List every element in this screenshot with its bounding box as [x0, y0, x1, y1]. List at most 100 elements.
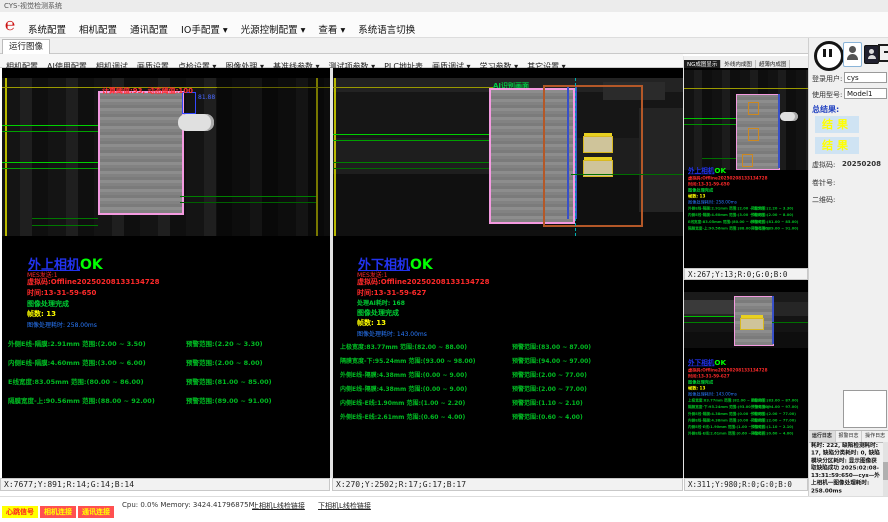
window-title: CYS-视觉检测系统: [4, 2, 62, 10]
measure-row: 外侧E线-隔膜:4.38mm 范围:(0.00 ~ 9.00)预警范围:(2.0…: [340, 370, 680, 384]
edge-guide: [778, 94, 780, 168]
process-elapsed: 图像处理耗时: 258.00ms: [27, 320, 97, 329]
menu-item-6[interactable]: 系统语言切换: [358, 25, 415, 36]
window-titlebar: CYS-视觉检测系统: [0, 0, 888, 12]
frame-count: 帧数: 13: [357, 318, 386, 328]
menu-item-3[interactable]: IO手配置 ▾: [181, 25, 228, 36]
left-measure-rows: 外侧E线-隔膜:2.91mm 范围:(2.00 ~ 3.50)预警范围:(2.2…: [8, 338, 326, 414]
notes-field[interactable]: [843, 390, 887, 428]
small-a-info: 外上相机OK 虚拟码:Offline20250208133134728 时间:1…: [688, 164, 808, 232]
material-region: [98, 91, 184, 215]
log-tab-1[interactable]: 报警日志: [836, 431, 863, 442]
left-camera-image: 81.88 计算阈值:93, 动态阈值:100: [2, 78, 330, 236]
measure-row: 内侧E线-隔膜:4.60mm 范围:(3.00 ~ 6.00)预警范围:(2.0…: [8, 357, 326, 376]
left-pixel-coordbar: X:7677;Y:891;R:14;G:14;B:14: [0, 478, 330, 491]
lower-camera-link[interactable]: 下相机L线检链接: [318, 501, 371, 511]
edge-line: [702, 158, 736, 159]
result-ok: OK: [714, 166, 726, 174]
admin-user-button[interactable]: [864, 45, 879, 64]
edge-line: [684, 124, 736, 125]
edge-line: [32, 218, 98, 219]
process-elapsed: 图像处理耗时: 143.00ms: [357, 329, 427, 338]
camera-name: 外上相机: [688, 167, 714, 175]
process-status: 图像处理完成: [357, 308, 399, 318]
reference-line: [334, 78, 336, 236]
measure-row: 内侧E线-隔膜:4.38mm 范围:(0.00 ~ 9.00)预警范围:(2.0…: [340, 384, 680, 398]
pause-icon: [829, 49, 832, 57]
user-icon: [847, 54, 858, 60]
measure-row: 内侧E线-隔膜:4.38mm 范围:(0.00 ~ 9.00)预警范围:(2.0…: [688, 417, 808, 424]
vcode-value: 20250208: [842, 160, 881, 168]
measure-row: 外侧E线-隔膜:2.91mm 范围:(2.00 ~ 3.50)预警范围:(2.2…: [8, 338, 326, 357]
total-result-label: 总结果:: [812, 104, 839, 115]
edge-line: [2, 162, 98, 163]
needle-label: 卷针号:: [812, 178, 835, 188]
result-ok: OK: [410, 257, 433, 273]
image-shadow: [217, 78, 330, 236]
upper-camera-link[interactable]: 上相机L线检链接: [252, 501, 305, 511]
log-text: 耗时: 222, 缺陷检测耗时: 17, 缺陷分类耗时: 0, 缺陷模块分区耗时…: [811, 442, 881, 495]
menu-bar: ℮ 系统配置相机配置通讯配置IO手配置 ▾光源控制配置 ▾查看 ▾系统语言切换: [0, 12, 888, 38]
small-panel-tab-0[interactable]: NG成图显示: [684, 60, 721, 68]
mini-measure-rows: 上极宽度:83.77mm 范围:(82.00 ~ 88.00)预警范围:(83.…: [688, 397, 808, 437]
edge-line: [2, 168, 98, 169]
operator-login-button[interactable]: [843, 42, 862, 67]
measure-row: E线宽度:83.05mm 范围:(80.00 ~ 86.00)预警范围:(81.…: [8, 376, 326, 395]
model-field[interactable]: Model1: [844, 88, 887, 99]
tab-run-image[interactable]: 运行图像: [2, 39, 50, 55]
status-badge-1: 相机连接: [40, 506, 76, 518]
log-scrollbar[interactable]: [883, 442, 888, 496]
edge-line: [333, 168, 489, 169]
menu-item-5[interactable]: 查看 ▾: [318, 25, 345, 36]
edge-line: [333, 162, 489, 163]
login-user-field[interactable]: cys: [844, 72, 887, 83]
menu-item-0[interactable]: 系统配置: [28, 25, 66, 36]
menu-item-2[interactable]: 通讯配置: [130, 25, 168, 36]
login-user-label: 登录用户:: [812, 74, 842, 84]
small-a-coordbar: X:267;Y:13;R:0;G:0;B:0: [684, 268, 808, 280]
reference-line: [333, 87, 493, 88]
pause-button[interactable]: [814, 41, 844, 71]
process-status: 图像处理完成: [27, 299, 69, 309]
edge-line: [2, 131, 98, 132]
measure-row: 内侧E线-E线:1.90mm 范围:(1.00 ~ 2.20)预警范围:(1.1…: [340, 398, 680, 412]
edge-line: [684, 316, 734, 317]
time-text: 时间:13-31-59-650: [27, 288, 96, 298]
small-panel-tab-1[interactable]: 外线内成图: [721, 60, 756, 68]
toolbar: 相机配置AI使用配置相机调试画质设置点检设置 ▾图像处理 ▾基准线参数 ▾测试项…: [0, 54, 683, 68]
mid-camera-image: AI识别画面: [333, 78, 683, 236]
log-tab-2[interactable]: 操作日志: [862, 431, 888, 442]
menu-item-1[interactable]: 相机配置: [79, 25, 117, 36]
status-badges: 心跳信号相机连接通讯连接: [2, 499, 116, 518]
edge-line: [180, 202, 316, 203]
measure-row: 上极宽度:83.77mm 范围:(82.00 ~ 88.00)预警范围:(83.…: [688, 397, 808, 404]
gripper-blob: [780, 112, 798, 121]
cpu-memory-text: Cpu: 0.0% Memory: 3424.41796875M: [122, 501, 255, 509]
vcode-label: 虚拟码:: [812, 160, 835, 170]
mini-measure-rows: 外侧E线-隔膜:2.91mm 范围:(2.00 ~ 3.50)预警范围:(2.2…: [688, 205, 808, 231]
measure-row: 外侧E线-E线:2.61mm 范围:(0.60 ~ 4.00)预警范围:(0.6…: [688, 430, 808, 437]
defect-box: [748, 102, 759, 115]
defect-box: [748, 128, 759, 141]
measure-row: 隔膜宽度-上:90.56mm 范围:(88.00 ~ 92.00)预警范围:(8…: [8, 395, 326, 414]
threshold-overlay-text: 计算阈值:93, 动态阈值:100: [102, 86, 193, 96]
model-label: 使用型号:: [812, 90, 842, 100]
log-tab-0[interactable]: 运行日志: [809, 431, 836, 442]
menu-item-4[interactable]: 光源控制配置 ▾: [241, 25, 306, 36]
detection-label: 81.88: [198, 94, 215, 101]
status-badge-2: 通讯连接: [78, 506, 114, 518]
scrollbar-thumb[interactable]: [883, 462, 888, 480]
edge-line: [333, 134, 489, 135]
edge-line: [571, 174, 683, 175]
ai-elapsed: 处理AI耗时: 168: [357, 298, 405, 307]
result-ok: OK: [80, 257, 103, 273]
user-icon: [849, 46, 856, 53]
edge-line: [2, 125, 98, 126]
edge-line: [180, 196, 316, 197]
small-b-info: 外下相机OK 虚拟码:Offline20250208133134728 时间:1…: [688, 356, 808, 437]
ng-image-b: [684, 292, 808, 348]
result-ok: OK: [714, 358, 726, 366]
barcode-text: 虚拟码:Offline20250208133134728: [27, 277, 160, 287]
small-panel-tab-2[interactable]: 超薄内成图: [756, 60, 791, 68]
exit-button[interactable]: [878, 44, 888, 62]
